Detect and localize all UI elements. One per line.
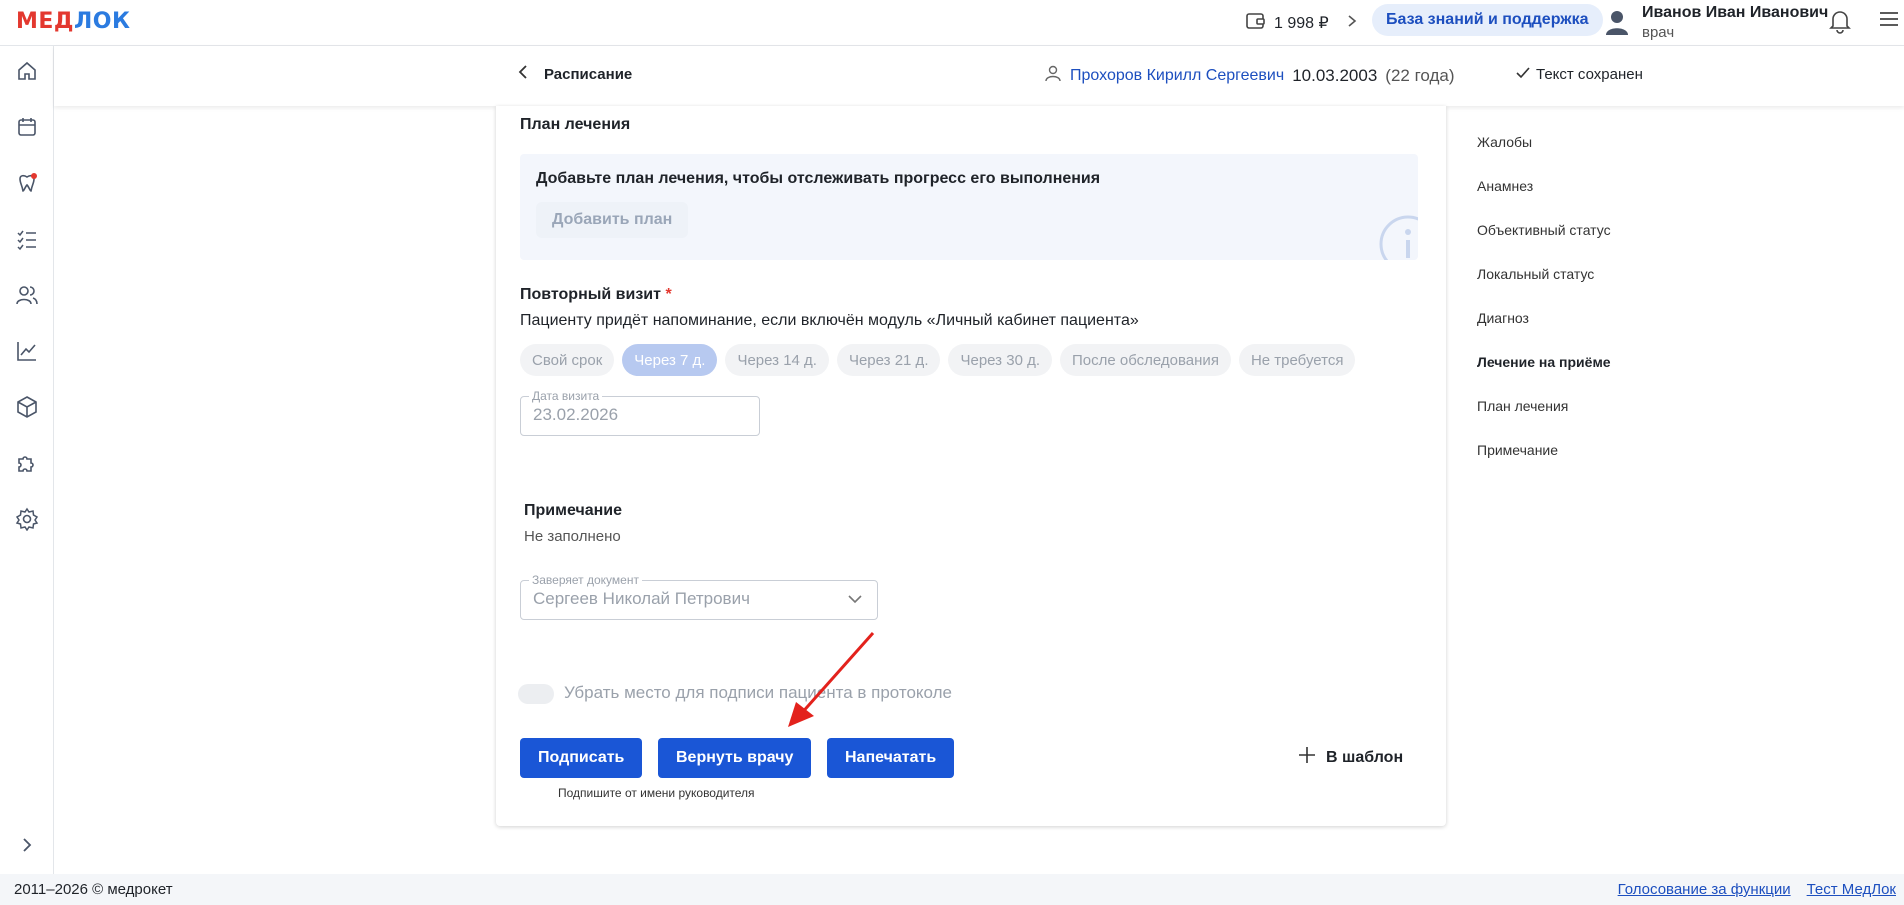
certifier-select[interactable]: Заверяет документ Сергеев Николай Петров… bbox=[520, 573, 878, 620]
save-status: Текст сохранен bbox=[1516, 66, 1643, 83]
info-icon bbox=[1378, 214, 1418, 260]
copyright: 2011–2026 © медрокет bbox=[14, 881, 173, 898]
sign-hint: Подпишите от имени руководителя bbox=[558, 786, 755, 800]
checklist-icon[interactable] bbox=[14, 226, 40, 252]
anchor-anamnesis[interactable]: Анамнез bbox=[1477, 176, 1611, 220]
back-label: Расписание bbox=[544, 65, 633, 83]
menu-icon[interactable] bbox=[1878, 8, 1900, 34]
chip-21-days[interactable]: Через 21 д. bbox=[836, 344, 941, 376]
annotation-arrow bbox=[788, 632, 875, 727]
print-button[interactable]: Напечатать bbox=[827, 738, 955, 778]
vote-features-link[interactable]: Голосование за функции bbox=[1618, 881, 1791, 898]
wallet-icon bbox=[1246, 12, 1266, 35]
save-status-text: Текст сохранен bbox=[1536, 66, 1643, 83]
anchor-note[interactable]: Примечание bbox=[1477, 440, 1611, 484]
footer: 2011–2026 © медрокет Голосование за функ… bbox=[0, 874, 1904, 905]
sign-button[interactable]: Подписать bbox=[520, 738, 643, 778]
box-icon[interactable] bbox=[14, 394, 40, 420]
add-plan-button[interactable]: Добавить план bbox=[536, 202, 689, 238]
sub-header: Расписание Прохоров Кирилл Сергеевич 10.… bbox=[54, 46, 1904, 106]
required-mark: * bbox=[665, 286, 672, 303]
person-icon bbox=[1044, 64, 1062, 87]
chip-after-exam[interactable]: После обследования bbox=[1060, 344, 1231, 376]
patient-info: Прохоров Кирилл Сергеевич 10.03.2003 (22… bbox=[1044, 64, 1455, 87]
anchor-local-status[interactable]: Локальный статус bbox=[1477, 264, 1611, 308]
signature-toggle-label: Убрать место для подписи пациента в прот… bbox=[564, 683, 953, 702]
logo-part-lok: ЛОК bbox=[74, 9, 131, 34]
bell-icon[interactable] bbox=[1828, 8, 1852, 38]
revisit-title-text: Повторный визит bbox=[520, 286, 661, 303]
section-anchor-list: Жалобы Анамнез Объективный статус Локаль… bbox=[1477, 132, 1611, 484]
plan-empty-notice: Добавьте план лечения, чтобы отслеживать… bbox=[520, 154, 1418, 260]
revisit-section-title: Повторный визит * bbox=[520, 286, 672, 304]
left-nav bbox=[0, 46, 54, 874]
certifier-value: Сергеев Николай Петрович bbox=[533, 589, 750, 608]
visit-date-label: Дата визита bbox=[529, 389, 603, 403]
logo[interactable]: МЕДЛОК bbox=[16, 9, 130, 34]
anchor-treatment[interactable]: Лечение на приёме bbox=[1477, 352, 1611, 396]
chevron-right-icon bbox=[1347, 14, 1357, 33]
signature-toggle[interactable] bbox=[518, 684, 554, 704]
patient-name-link[interactable]: Прохоров Кирилл Сергеевич bbox=[1070, 67, 1284, 85]
check-icon bbox=[1516, 66, 1530, 83]
plan-section-title: План лечения bbox=[520, 116, 631, 133]
anchor-complaints[interactable]: Жалобы bbox=[1477, 132, 1611, 176]
anchor-treatment-plan[interactable]: План лечения bbox=[1477, 396, 1611, 440]
plus-icon bbox=[1298, 746, 1316, 769]
chevron-left-icon bbox=[518, 64, 528, 84]
return-to-doctor-button[interactable]: Вернуть врачу bbox=[658, 738, 812, 778]
anchor-diagnosis[interactable]: Диагноз bbox=[1477, 308, 1611, 352]
add-to-template-button[interactable]: В шаблон bbox=[1298, 746, 1403, 769]
anchor-objective-status[interactable]: Объективный статус bbox=[1477, 220, 1611, 264]
back-to-schedule[interactable]: Расписание bbox=[518, 64, 632, 84]
top-bar: МЕДЛОК 1 998 ₽ База знаний и поддержка И… bbox=[0, 0, 1904, 46]
knowledge-base-button[interactable]: База знаний и поддержка bbox=[1372, 4, 1603, 36]
user-name: Иванов Иван Иванович bbox=[1642, 4, 1829, 21]
footer-links: Голосование за функции Тест МедЛок bbox=[1618, 881, 1896, 898]
balance-amount: 1 998 ₽ bbox=[1274, 15, 1329, 32]
certifier-label: Заверяет документ bbox=[529, 573, 642, 587]
chevron-right-icon[interactable] bbox=[14, 832, 40, 858]
visit-date-value: 23.02.2026 bbox=[533, 405, 619, 424]
avatar bbox=[1604, 8, 1630, 40]
test-medlok-link[interactable]: Тест МедЛок bbox=[1807, 881, 1896, 898]
balance-widget[interactable]: 1 998 ₽ bbox=[1246, 10, 1357, 36]
note-section-title: Примечание bbox=[524, 502, 623, 519]
gear-icon[interactable] bbox=[14, 506, 40, 532]
chevron-down-icon bbox=[847, 591, 863, 611]
plan-empty-message: Добавьте план лечения, чтобы отслеживать… bbox=[536, 170, 1101, 187]
chip-7-days[interactable]: Через 7 д. bbox=[622, 344, 718, 376]
users-icon[interactable] bbox=[14, 282, 40, 308]
chip-own-term[interactable]: Свой срок bbox=[520, 344, 615, 376]
home-icon[interactable] bbox=[14, 58, 40, 84]
note-value[interactable]: Не заполнено bbox=[524, 528, 621, 545]
chart-icon[interactable] bbox=[14, 338, 40, 364]
add-to-template-label: В шаблон bbox=[1326, 748, 1404, 766]
patient-birthdate: 10.03.2003 bbox=[1292, 65, 1378, 85]
user-menu[interactable]: Иванов Иван Иванович врач bbox=[1604, 4, 1828, 44]
tooth-icon[interactable] bbox=[14, 170, 40, 196]
chip-30-days[interactable]: Через 30 д. bbox=[948, 344, 1052, 376]
logo-part-med: МЕД bbox=[16, 9, 75, 34]
user-role: врач bbox=[1642, 24, 1675, 41]
puzzle-icon[interactable] bbox=[14, 450, 40, 476]
calendar-icon[interactable] bbox=[14, 114, 40, 140]
revisit-hint: Пациенту придёт напоминание, если включё… bbox=[520, 312, 1139, 329]
patient-age: (22 года) bbox=[1385, 65, 1455, 85]
visit-date-field[interactable]: Дата визита 23.02.2026 bbox=[520, 389, 760, 436]
protocol-card: План лечения Добавьте план лечения, чтоб… bbox=[496, 106, 1446, 826]
revisit-period-chips: Свой срок Через 7 д. Через 14 д. Через 2… bbox=[520, 344, 1356, 376]
chip-14-days[interactable]: Через 14 д. bbox=[725, 344, 829, 376]
chip-not-required[interactable]: Не требуется bbox=[1238, 344, 1356, 376]
